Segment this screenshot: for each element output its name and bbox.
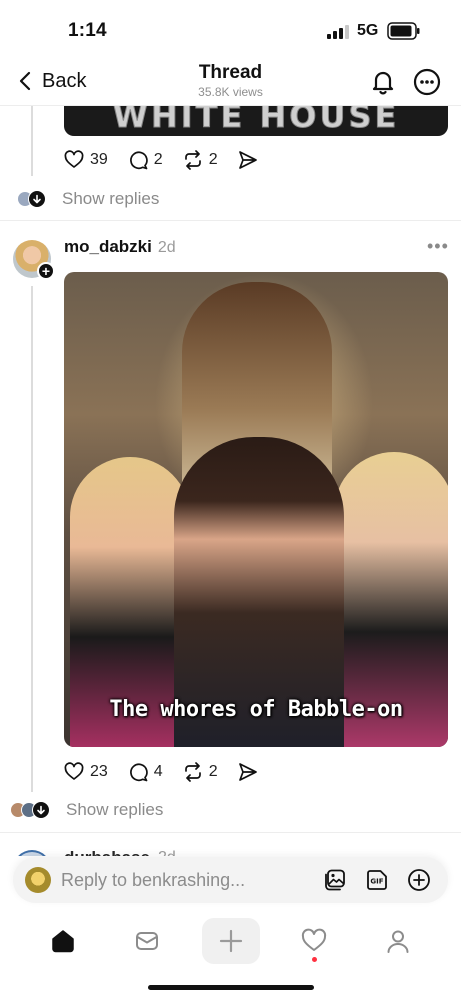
inbox-icon [136,932,158,950]
network-label: 5G [357,22,379,39]
reply-avatars [10,800,50,820]
previous-image-banner: WHITE HOUSE [112,106,400,135]
thread-content: WHITE HOUSE 39 2 2 Show replies + mo_dab… [0,106,461,856]
comment-icon [129,763,148,782]
profile-icon [387,930,409,953]
thread-header: Back Thread 35.8K views [0,58,461,106]
repost-icon [184,150,201,170]
repost-count: 2 [208,763,218,780]
like-count: 23 [90,763,108,780]
status-time: 1:14 [68,20,107,41]
avatar [25,867,51,893]
show-replies-post[interactable]: Show replies [10,800,163,820]
repost-icon [184,762,201,782]
bell-icon[interactable] [369,68,397,96]
post-actions: 23 4 2 [64,762,278,782]
plus-circle-icon[interactable] [407,868,431,892]
reply-bar: GIF [13,857,448,903]
tab-profile[interactable] [371,918,425,964]
heart-icon [301,928,327,951]
previous-post-image[interactable]: WHITE HOUSE [64,106,448,136]
back-button[interactable]: Back [18,68,86,94]
home-indicator [148,985,314,990]
chevron-left-icon [19,71,31,91]
comment-icon [129,151,148,170]
like-button[interactable]: 39 [64,150,108,170]
share-button[interactable] [238,762,258,782]
previous-post-actions: 39 2 2 [64,150,278,170]
divider [0,220,461,221]
plus-icon [219,929,243,953]
next-post-username[interactable]: durbabase [64,848,150,856]
share-button[interactable] [238,150,258,170]
home-icon [52,930,74,953]
gif-icon[interactable]: GIF [365,868,389,892]
next-post-age: 2d [158,849,176,856]
gallery-icon[interactable] [323,868,347,892]
post-more-icon[interactable]: ••• [427,236,449,257]
repost-count: 2 [208,151,218,168]
thread-line [31,106,33,176]
status-bar: 1:14 5G [0,0,461,58]
arrow-down-icon [28,190,46,208]
reply-button[interactable]: 4 [128,762,163,782]
post-image[interactable]: The whores of Babble-on [64,272,448,747]
more-circle-icon[interactable] [412,67,442,97]
svg-text:GIF: GIF [370,878,383,886]
back-label: Back [42,69,87,92]
reply-count: 4 [153,763,163,780]
post-header: mo_dabzki 2d [64,237,176,257]
show-replies-previous[interactable]: Show replies [17,189,159,209]
thread-line [31,286,33,792]
notification-dot [312,957,317,962]
like-button[interactable]: 23 [64,762,108,782]
send-icon [238,763,257,781]
post-username[interactable]: mo_dabzki [64,237,152,257]
tab-compose[interactable] [202,918,260,964]
tab-bar [0,912,461,972]
reply-input[interactable] [61,867,311,893]
repost-button[interactable]: 2 [183,150,218,170]
follow-plus-icon[interactable]: + [37,262,55,280]
send-icon [238,151,257,169]
image-caption: The whores of Babble-on [109,697,403,722]
reply-avatars [17,189,46,209]
tab-inbox[interactable] [120,918,174,964]
avatar[interactable] [13,850,51,856]
divider [0,832,461,833]
signal-icon [327,25,349,39]
post-age: 2d [157,239,176,256]
heart-icon [64,762,84,780]
heart-icon [64,150,84,168]
reply-button[interactable]: 2 [128,150,163,170]
battery-icon [387,22,420,40]
repost-button[interactable]: 2 [183,762,218,782]
reply-count: 2 [153,151,163,168]
arrow-down-icon [32,801,50,819]
like-count: 39 [90,151,108,168]
tab-home[interactable] [36,918,90,964]
show-replies-label: Show replies [66,800,164,819]
show-replies-label: Show replies [62,189,160,208]
